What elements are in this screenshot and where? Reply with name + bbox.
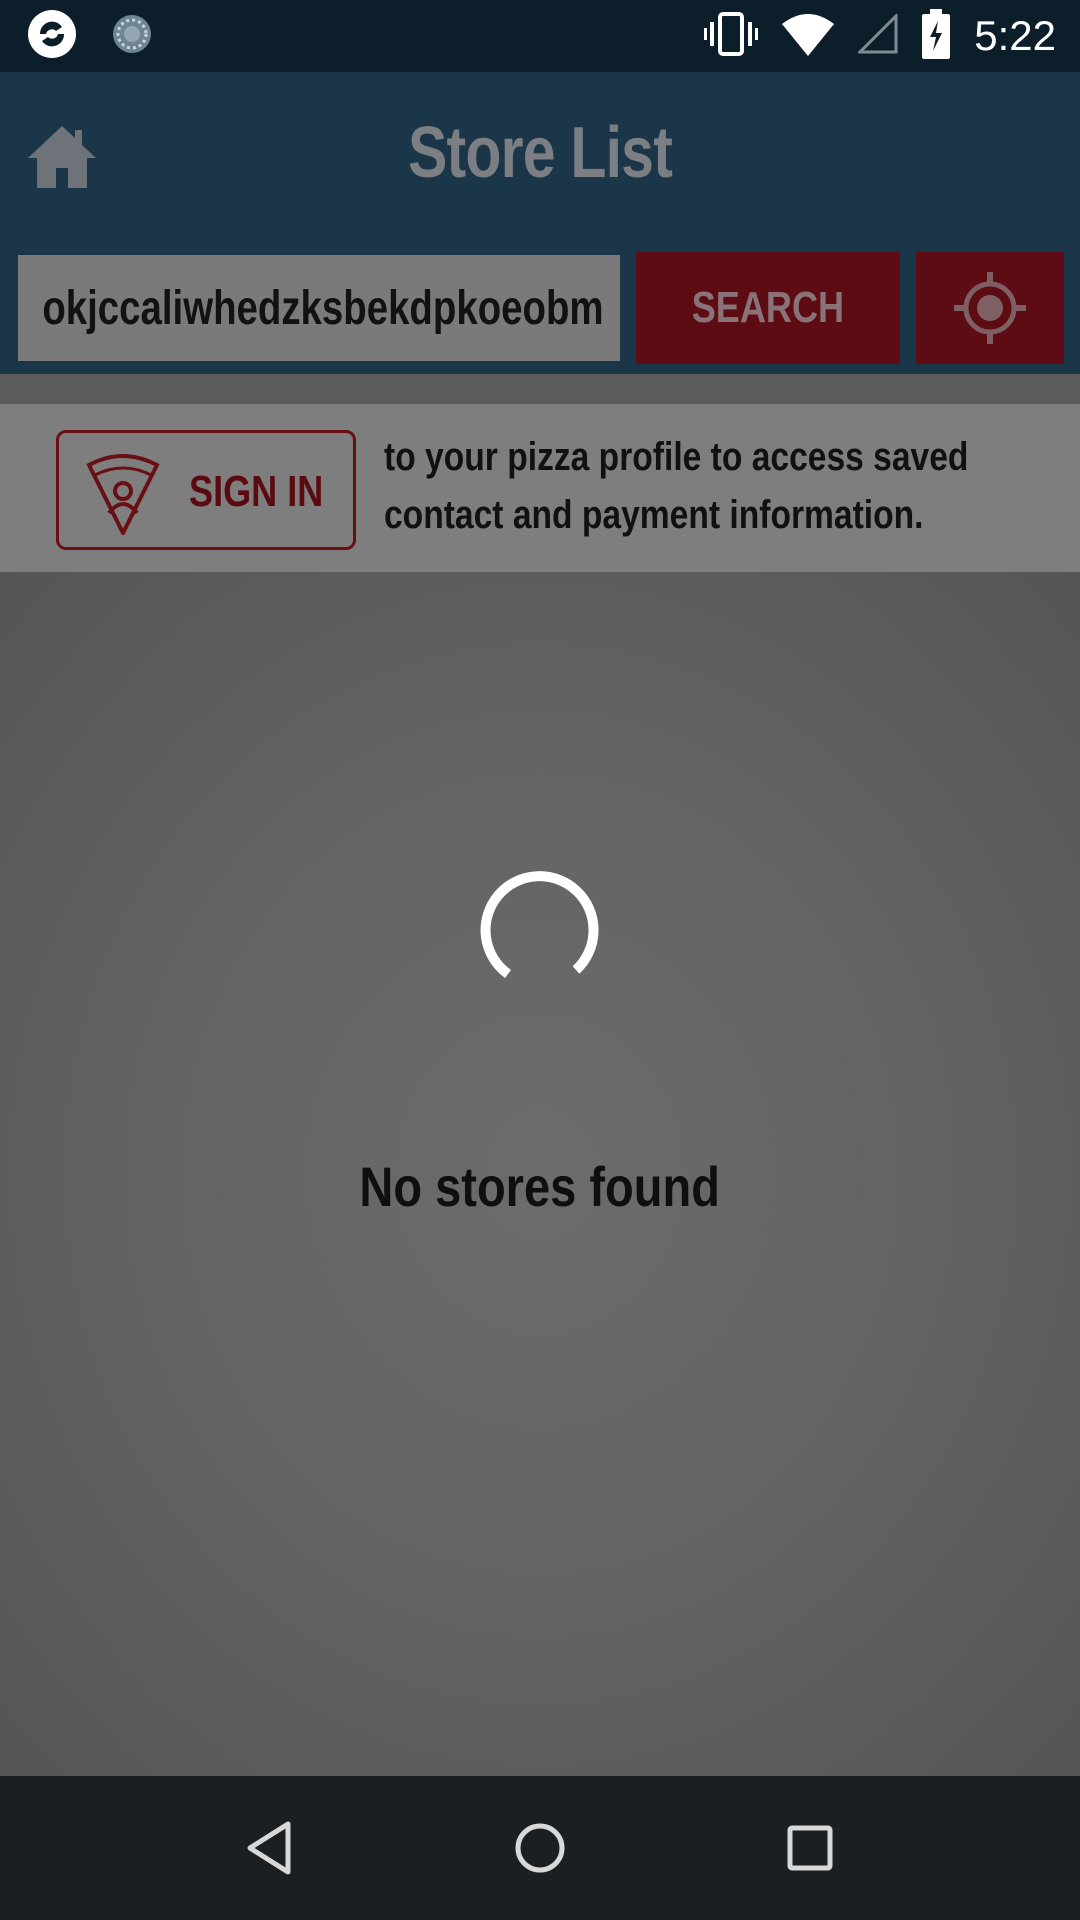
vibrate-icon bbox=[704, 10, 759, 63]
app-header: Store List okjccaliwhedzksbekdpkoeobm SE… bbox=[0, 72, 1080, 374]
system-nav-bar bbox=[0, 1776, 1080, 1920]
empty-state-text: No stores found bbox=[359, 1155, 721, 1218]
app-logo-icon bbox=[26, 8, 78, 65]
home-icon bbox=[28, 126, 96, 188]
locate-me-button[interactable] bbox=[916, 252, 1064, 364]
header-separator bbox=[0, 374, 1080, 404]
signin-banner: SIGN IN to your pizza profile to access … bbox=[0, 404, 1080, 572]
status-bar: 5:22 bbox=[0, 0, 1080, 72]
search-input-value: okjccaliwhedzksbekdpkoeobm bbox=[42, 281, 604, 335]
back-icon bbox=[247, 1821, 291, 1875]
recents-button[interactable] bbox=[774, 1812, 846, 1884]
home-circle-icon bbox=[515, 1823, 565, 1873]
status-bar-left bbox=[26, 8, 154, 65]
status-bar-right: 5:22 bbox=[704, 8, 1056, 64]
home-nav-button[interactable] bbox=[504, 1812, 576, 1884]
clock: 5:22 bbox=[974, 12, 1056, 59]
page-title: Store List bbox=[407, 113, 673, 193]
back-button[interactable] bbox=[234, 1812, 306, 1884]
pizza-profile-icon bbox=[86, 454, 160, 535]
empty-state-message: No stores found bbox=[0, 1154, 1080, 1219]
wifi-icon bbox=[782, 12, 835, 61]
search-button[interactable]: SEARCH bbox=[636, 252, 900, 364]
home-button[interactable] bbox=[26, 124, 98, 190]
search-input[interactable]: okjccaliwhedzksbekdpkoeobm bbox=[18, 255, 620, 361]
signin-button-label: SIGN IN bbox=[189, 467, 324, 516]
signin-button[interactable]: SIGN IN bbox=[56, 430, 356, 550]
cell-signal-icon bbox=[856, 11, 898, 59]
store-list-content: No stores found bbox=[0, 572, 1080, 1776]
recents-icon bbox=[787, 1825, 833, 1871]
battery-charging-icon bbox=[922, 8, 951, 64]
sync-icon bbox=[110, 12, 154, 61]
signin-description: to your pizza profile to access saved co… bbox=[384, 435, 969, 537]
loading-spinner-icon bbox=[480, 871, 599, 979]
crosshair-icon bbox=[954, 272, 1026, 344]
search-button-label: SEARCH bbox=[691, 283, 845, 332]
